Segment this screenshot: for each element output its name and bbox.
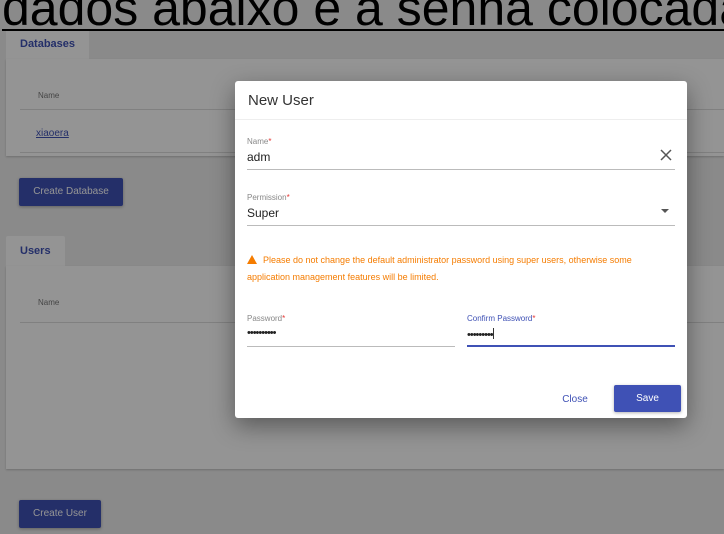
warning-icon	[247, 255, 257, 264]
confirm-password-field[interactable]: Confirm Password* •••••••••	[467, 314, 675, 347]
save-button[interactable]: Save	[614, 385, 681, 412]
password-label: Password*	[247, 314, 286, 323]
name-label: Name*	[247, 137, 272, 146]
confirm-password-underline	[467, 345, 675, 347]
permission-value[interactable]: Super	[247, 206, 675, 220]
permission-select[interactable]: Permission* Super	[247, 193, 675, 226]
text-cursor	[492, 328, 494, 339]
new-user-dialog: New User Name* adm Permission* Super Ple…	[235, 81, 687, 418]
password-input[interactable]: ••••••••••	[247, 327, 455, 339]
name-input[interactable]: adm	[247, 150, 675, 164]
warning-message: Please do not change the default adminis…	[247, 255, 632, 282]
password-underline	[247, 346, 455, 347]
password-field[interactable]: Password* ••••••••••	[247, 314, 455, 347]
permission-label: Permission*	[247, 193, 290, 202]
confirm-password-label: Confirm Password*	[467, 314, 536, 323]
close-button[interactable]: Close	[551, 387, 599, 411]
caption-text: dados abaixo e a senha colocada	[2, 0, 724, 36]
permission-underline	[247, 225, 675, 226]
confirm-password-input[interactable]: •••••••••	[467, 327, 675, 341]
clear-icon[interactable]	[659, 148, 673, 162]
dialog-title: New User	[248, 92, 314, 109]
dialog-divider	[235, 119, 687, 120]
name-field[interactable]: Name* adm	[247, 137, 675, 170]
name-underline	[247, 169, 675, 170]
chevron-down-icon[interactable]	[661, 209, 669, 213]
